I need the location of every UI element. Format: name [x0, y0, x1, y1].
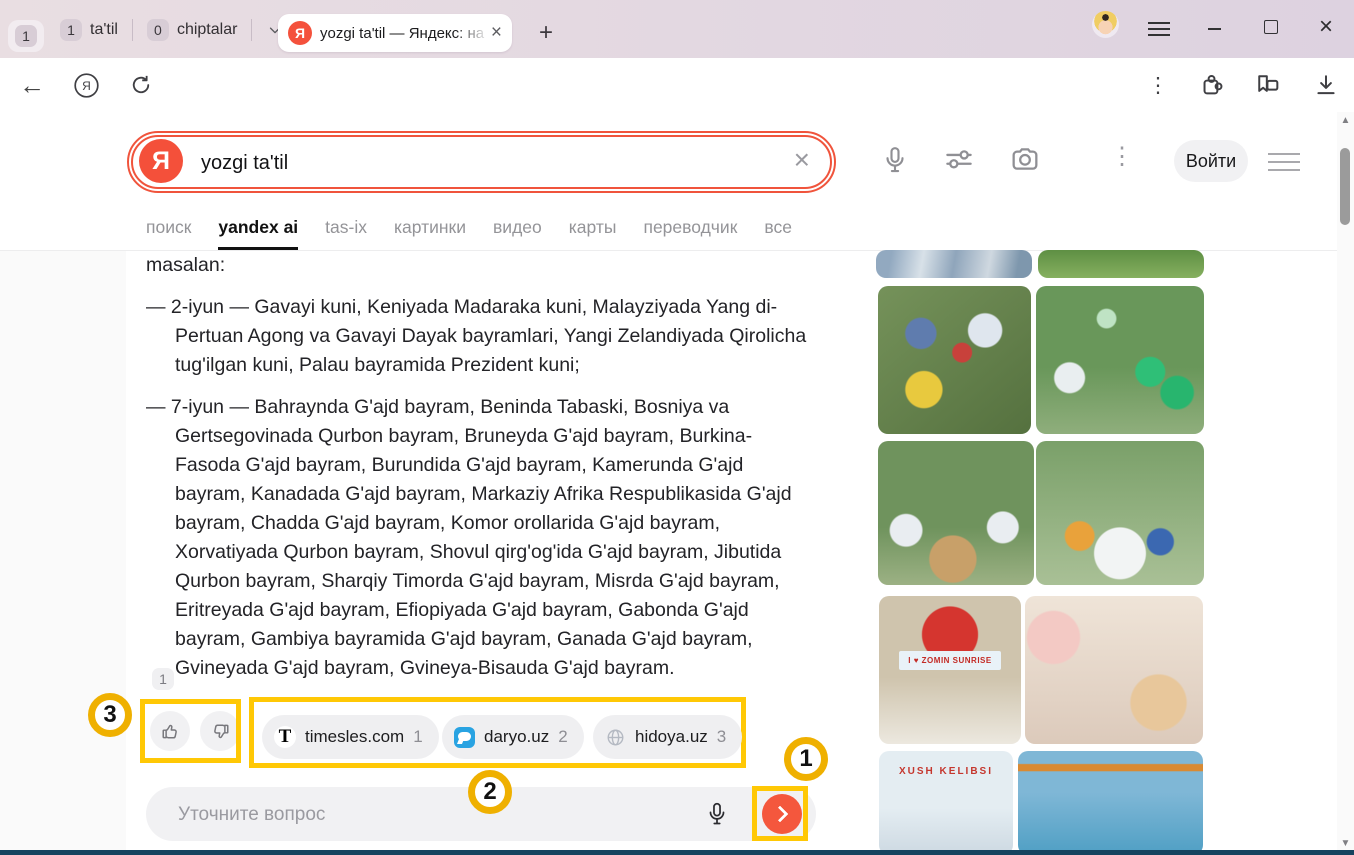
- tab-count-badge: 0: [147, 19, 169, 41]
- source-label: daryo.uz: [484, 727, 549, 747]
- nav-tab-tas-ix[interactable]: tas-ix: [325, 217, 367, 247]
- ai-answer-text: masalan: — 2-iyun — Gavayi kuni, Keniyad…: [146, 251, 814, 683]
- voice-search-icon[interactable]: [880, 142, 910, 178]
- back-icon[interactable]: ←: [18, 66, 46, 104]
- pinned-tab-tatil[interactable]: 1 ta'til: [60, 19, 118, 41]
- nav-tab-karty[interactable]: карты: [569, 217, 617, 247]
- yandex-logo[interactable]: Я: [139, 139, 183, 183]
- source-chip-hidoya[interactable]: hidoya.uz 3: [593, 715, 742, 759]
- profile-avatar[interactable]: [1092, 11, 1119, 38]
- browser-toolbar: ← Я yandex.uz yozgi ta'til — Яндекс: наш…: [0, 58, 1354, 112]
- toolbar-overflow-icon[interactable]: ⋮: [1148, 70, 1168, 100]
- search-more-icon[interactable]: ⋮: [1110, 142, 1126, 178]
- search-box[interactable]: Я ×: [127, 131, 836, 193]
- services-menu-icon[interactable]: [1268, 150, 1300, 174]
- browser-window: 1 1 ta'til 0 chiptalar Я yozgi ta'til — …: [0, 0, 1354, 855]
- yandex-browser-icon[interactable]: Я: [73, 72, 100, 99]
- refresh-icon[interactable]: [128, 72, 154, 98]
- tab-group-counter[interactable]: 1: [8, 20, 44, 52]
- zomin-sunrise-sign: I ♥ ZOMIN SUNRISE: [899, 651, 1001, 670]
- search-header: Я × ⋮ Войти поиск yandex ai tas-ix карти…: [0, 112, 1354, 251]
- photo-xush-kelibsiz-arch[interactable]: XUSH KELIBSI: [879, 751, 1013, 855]
- citation-badge[interactable]: 1: [152, 668, 174, 690]
- timesles-logo-icon: T: [274, 726, 296, 748]
- active-tab[interactable]: Я yozgi ta'til — Яндекс: на ×: [278, 14, 512, 52]
- nav-tab-perevodchik[interactable]: переводчик: [643, 217, 737, 247]
- scroll-down-icon[interactable]: ▼: [1337, 838, 1354, 849]
- pinned-tab-chiptalar[interactable]: 0 chiptalar: [147, 19, 237, 41]
- nav-tab-kartinki[interactable]: картинки: [394, 217, 466, 247]
- answer-intro: masalan:: [146, 251, 814, 280]
- scrollbar-thumb[interactable]: [1340, 148, 1350, 225]
- followup-mic-icon[interactable]: [704, 797, 730, 831]
- highlight-box-sources: T timesles.com 1 daryo.uz 2 hidoya.uz 3: [249, 697, 746, 768]
- scroll-up-icon[interactable]: ▲: [1337, 115, 1354, 126]
- highlight-box-submit: [752, 786, 808, 841]
- followup-input[interactable]: [176, 787, 700, 843]
- answer-item-june7: — 7-iyun — Bahraynda G'ajd bayram, Benin…: [146, 393, 814, 683]
- login-button[interactable]: Войти: [1174, 140, 1248, 182]
- photo-kids-raised-hands[interactable]: [1036, 441, 1204, 585]
- answer-item-june2: — 2-iyun — Gavayi kuni, Keniyada Madarak…: [146, 293, 814, 380]
- photo-kids-outdoor-partial[interactable]: [876, 250, 1032, 278]
- source-number: 2: [558, 727, 567, 747]
- source-chip-daryo[interactable]: daryo.uz 2: [442, 715, 584, 759]
- photo-kids-circle-hands[interactable]: [878, 286, 1031, 434]
- source-label: hidoya.uz: [635, 727, 708, 747]
- image-search-camera-icon[interactable]: [1008, 143, 1042, 175]
- tab-label: chiptalar: [177, 21, 237, 39]
- taskbar-edge: [0, 850, 1354, 855]
- window-close-button[interactable]: ×: [1314, 14, 1338, 40]
- search-input[interactable]: [199, 133, 763, 193]
- source-number: 1: [413, 727, 422, 747]
- search-nav-tabs: поиск yandex ai tas-ix картинки видео ка…: [146, 217, 792, 250]
- svg-text:Я: Я: [82, 79, 91, 93]
- active-tab-title: yozgi ta'til — Яндекс: на: [320, 25, 489, 42]
- annotation-step-3: 3: [88, 693, 132, 737]
- nav-tab-vse[interactable]: все: [764, 217, 792, 247]
- extensions-puzzle-icon[interactable]: [1198, 71, 1226, 99]
- photo-zomin-sunrise-camp[interactable]: I ♥ ZOMIN SUNRISE: [879, 596, 1021, 744]
- minimize-button[interactable]: [1203, 18, 1225, 40]
- tab-label: ta'til: [90, 21, 118, 39]
- nav-tab-yandex-ai[interactable]: yandex ai: [218, 217, 298, 250]
- browser-menu-button[interactable]: [1146, 18, 1172, 40]
- collections-icon[interactable]: [1254, 71, 1282, 99]
- new-tab-button[interactable]: +: [528, 15, 564, 51]
- photo-park-grass-partial[interactable]: [1038, 250, 1204, 278]
- globe-icon: [605, 727, 626, 748]
- photo-chess-in-park[interactable]: [878, 441, 1034, 585]
- tab-close-icon[interactable]: ×: [491, 22, 502, 44]
- yandex-favicon: Я: [288, 21, 312, 45]
- photo-pool-kids[interactable]: [1018, 751, 1203, 855]
- nav-tab-poisk[interactable]: поиск: [146, 217, 191, 247]
- source-number: 3: [717, 727, 726, 747]
- daryo-logo-icon: [454, 727, 475, 748]
- tab-group-count-badge: 1: [15, 25, 37, 47]
- annotation-step-2: 2: [468, 770, 512, 814]
- source-chip-timesles[interactable]: T timesles.com 1: [262, 715, 439, 759]
- tab-divider: [132, 19, 133, 41]
- photo-checkers-indoor[interactable]: [1025, 596, 1203, 744]
- tab-divider: [251, 19, 252, 41]
- downloads-icon[interactable]: [1312, 71, 1340, 99]
- tab-count-badge: 1: [60, 19, 82, 41]
- tab-strip: 1 1 ta'til 0 chiptalar Я yozgi ta'til — …: [0, 0, 1354, 58]
- source-label: timesles.com: [305, 727, 404, 747]
- clear-search-icon[interactable]: ×: [794, 146, 810, 174]
- left-gutter: [0, 251, 126, 850]
- maximize-button[interactable]: [1260, 16, 1282, 38]
- xush-kelibsiz-sign: XUSH KELIBSI: [879, 766, 1013, 777]
- search-settings-icon[interactable]: [942, 144, 976, 174]
- highlight-box-feedback: [140, 699, 241, 763]
- photo-green-balloons-event[interactable]: [1036, 286, 1204, 434]
- nav-tab-video[interactable]: видео: [493, 217, 542, 247]
- annotation-step-1: 1: [784, 737, 828, 781]
